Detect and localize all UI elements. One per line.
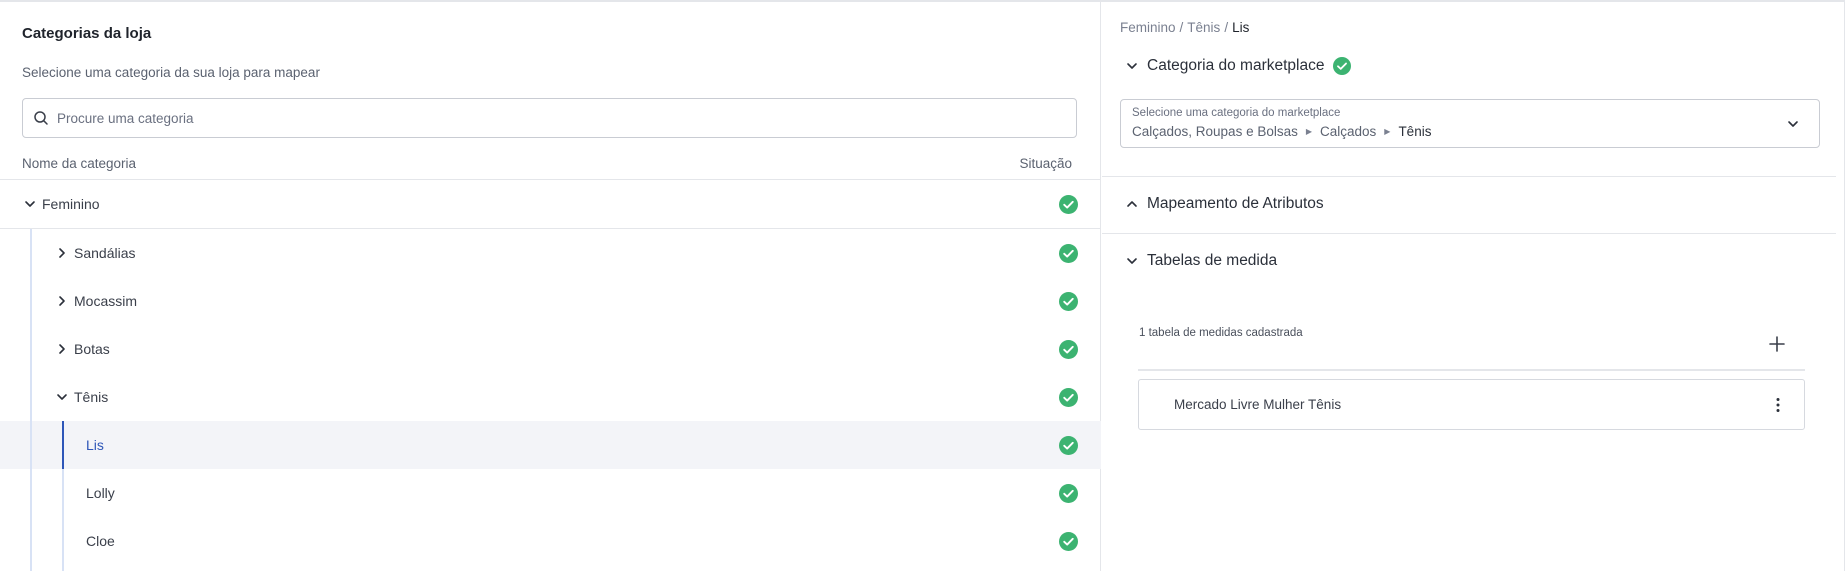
- tree-row-tenis[interactable]: Tênis: [0, 373, 1101, 421]
- breadcrumb-item[interactable]: Feminino: [1120, 20, 1176, 35]
- tree-guide-line: [30, 229, 32, 571]
- caret-right-icon: ▶: [1384, 127, 1391, 136]
- size-tables-count: 1 tabela de medidas cadastrada: [1139, 327, 1303, 339]
- tree-row-label: Mocassim: [74, 293, 138, 309]
- tree-row-feminino[interactable]: Feminino: [0, 180, 1101, 228]
- check-circle-icon: [1059, 243, 1078, 263]
- section-divider: [1102, 176, 1836, 177]
- check-circle-icon: [1059, 291, 1078, 311]
- caret-right-icon: ▶: [1305, 127, 1312, 136]
- check-circle-icon: [1059, 531, 1078, 551]
- breadcrumb-separator: /: [1224, 20, 1229, 35]
- tree-row-label: Sandálias: [74, 245, 136, 261]
- check-circle-icon: [1332, 57, 1351, 75]
- tree-row-botas[interactable]: Botas: [0, 325, 1101, 373]
- check-circle-icon: [1059, 339, 1078, 359]
- check-circle-icon: [1059, 483, 1078, 503]
- section-title: Categoria do marketplace: [1147, 57, 1325, 74]
- chevron-up-icon: [1127, 201, 1137, 207]
- tree-row-label: Lolly: [86, 485, 115, 501]
- tree-row-label: Botas: [74, 341, 110, 357]
- chevron-right-icon[interactable]: [56, 343, 68, 355]
- category-search-input[interactable]: [57, 110, 1076, 126]
- selected-row-indicator: [62, 421, 64, 469]
- size-table-item[interactable]: Mercado Livre Mulher Tênis: [1138, 379, 1805, 430]
- tree-row-lolly[interactable]: Lolly: [0, 469, 1101, 517]
- app-root: Categorias da loja Selecione uma categor…: [0, 0, 1845, 571]
- tree-row-sandalias[interactable]: Sandálias: [0, 229, 1101, 277]
- chevron-down-icon[interactable]: [24, 198, 36, 210]
- size-tables-divider: [1138, 369, 1805, 371]
- breadcrumb-separator: /: [1179, 20, 1184, 35]
- select-value: Calçados, Roupas e Bolsas ▶ Calçados ▶ T…: [1132, 124, 1431, 139]
- column-header-status[interactable]: Situação: [1019, 156, 1072, 171]
- chevron-right-icon[interactable]: [56, 295, 68, 307]
- check-circle-icon: [1059, 435, 1078, 455]
- breadcrumb-item[interactable]: Tênis: [1187, 20, 1220, 35]
- section-divider: [1102, 233, 1836, 234]
- breadcrumb: Feminino / Tênis / Lis: [1120, 20, 1249, 35]
- attributes-section-toggle[interactable]: Mapeamento de Atributos: [1126, 195, 1324, 213]
- store-categories-panel: Categorias da loja Selecione uma categor…: [0, 2, 1101, 571]
- select-label: Selecione uma categoria do marketplace: [1132, 107, 1341, 119]
- section-title: Mapeamento de Atributos: [1147, 195, 1324, 212]
- mapping-details-panel: Feminino / Tênis / Lis Categoria do marketpl…: [1102, 2, 1845, 571]
- chevron-down-icon: [1127, 258, 1137, 264]
- size-table-name: Mercado Livre Mulher Tênis: [1174, 397, 1342, 412]
- section-title: Tabelas de medida: [1147, 252, 1278, 269]
- tree-guide-line: [62, 469, 64, 571]
- marketplace-category-section-toggle[interactable]: Categoria do marketplace: [1126, 57, 1351, 75]
- tree-row-cloe[interactable]: Cloe: [0, 517, 1101, 565]
- plus-icon[interactable]: [1768, 335, 1786, 353]
- tree-row-lis[interactable]: Lis: [0, 421, 1101, 469]
- chevron-right-icon[interactable]: [56, 247, 68, 259]
- marketplace-category-select[interactable]: Selecione uma categoria do marketplace C…: [1120, 99, 1820, 148]
- category-path-item: Tênis: [1398, 124, 1432, 139]
- size-tables-section-toggle[interactable]: Tabelas de medida: [1126, 252, 1277, 270]
- tree-row-label: Cloe: [86, 533, 115, 549]
- chevron-down-icon: [1127, 63, 1137, 69]
- tree-row-mocassim[interactable]: Mocassim: [0, 277, 1101, 325]
- breadcrumb-current: Lis: [1232, 20, 1250, 35]
- tree-row-label: Lis: [86, 437, 104, 453]
- check-circle-icon: [1059, 387, 1078, 407]
- check-circle-icon: [1059, 194, 1078, 214]
- tree-row-label: Feminino: [42, 196, 100, 212]
- column-header-name[interactable]: Nome da categoria: [22, 156, 136, 171]
- chevron-down-icon: [1788, 121, 1798, 127]
- panel-subtitle: Selecione uma categoria da sua loja para…: [22, 65, 320, 80]
- category-path-item: Calçados: [1320, 124, 1377, 139]
- tree-row-label: Tênis: [74, 389, 109, 405]
- category-search-box[interactable]: [22, 98, 1077, 138]
- category-path-item: Calçados, Roupas e Bolsas: [1132, 124, 1298, 139]
- panel-title: Categorias da loja: [22, 25, 152, 42]
- chevron-down-icon[interactable]: [56, 391, 68, 403]
- search-icon: [34, 111, 48, 125]
- kebab-menu-icon[interactable]: [1776, 397, 1780, 413]
